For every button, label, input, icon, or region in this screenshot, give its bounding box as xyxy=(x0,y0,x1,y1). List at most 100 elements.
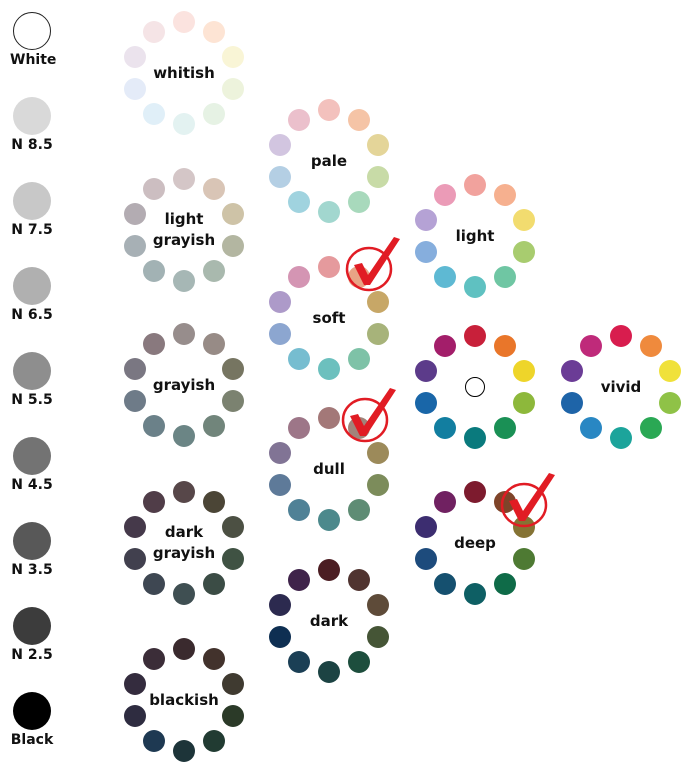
color-dot xyxy=(202,20,225,43)
check-tick xyxy=(354,237,400,285)
check-tick xyxy=(509,473,555,521)
ring-label: soft xyxy=(312,308,346,327)
color-dot xyxy=(173,168,195,190)
neutral-swatch xyxy=(13,352,51,390)
neutral-label: Black xyxy=(10,732,54,748)
color-dot xyxy=(143,415,166,438)
color-dot xyxy=(580,334,603,357)
neutral-black: Black xyxy=(10,692,54,748)
color-dot xyxy=(318,661,340,683)
color-dot xyxy=(202,103,225,126)
ring-blackish: blackish xyxy=(114,630,254,770)
color-dot xyxy=(318,559,340,581)
color-dot xyxy=(288,265,311,288)
color-dot xyxy=(434,417,457,440)
ring-label: blackish xyxy=(149,690,219,709)
color-dot xyxy=(124,704,147,727)
color-dot xyxy=(288,568,311,591)
neutral-label: White xyxy=(10,52,57,68)
color-dot xyxy=(143,177,166,200)
neutral-n45: N 4.5 xyxy=(10,437,54,493)
color-dot xyxy=(221,389,244,412)
color-dot xyxy=(269,165,292,188)
color-dot xyxy=(143,647,166,670)
color-dot xyxy=(269,473,292,496)
ring-vivid: vivid xyxy=(551,317,691,457)
ring-grayish: grayish xyxy=(114,315,254,455)
color-dot xyxy=(493,183,516,206)
neutral-swatch xyxy=(13,97,51,135)
color-dot xyxy=(202,730,225,753)
color-dot xyxy=(366,322,389,345)
color-dot xyxy=(512,391,535,414)
ring-label: dark xyxy=(309,611,349,630)
neutral-swatch xyxy=(13,267,51,305)
check-mark-icon xyxy=(345,237,400,292)
color-dot xyxy=(610,325,632,347)
color-dot xyxy=(143,730,166,753)
color-dot xyxy=(434,573,457,596)
color-dot xyxy=(202,332,225,355)
neutral-n75: N 7.5 xyxy=(10,182,54,238)
color-dot xyxy=(464,583,486,605)
color-dot xyxy=(124,234,147,257)
color-dot xyxy=(173,638,195,660)
color-dot xyxy=(415,547,438,570)
color-dot xyxy=(434,490,457,513)
ring-label: dark grayish xyxy=(152,523,216,562)
color-dot xyxy=(269,322,292,345)
color-dot xyxy=(318,407,340,429)
color-dot xyxy=(639,334,662,357)
color-dot xyxy=(173,481,195,503)
check-mark-icon xyxy=(500,473,555,528)
center-circle-marker xyxy=(465,377,485,397)
color-dot xyxy=(347,651,370,674)
color-dot xyxy=(366,473,389,496)
color-dot xyxy=(415,391,438,414)
color-dot xyxy=(347,108,370,131)
color-dot xyxy=(288,348,311,371)
color-dot xyxy=(658,360,681,383)
neutral-n65: N 6.5 xyxy=(10,267,54,323)
color-dot xyxy=(143,260,166,283)
ring-dark-grayish: dark grayish xyxy=(114,473,254,613)
color-dot xyxy=(561,391,584,414)
color-dot xyxy=(366,442,389,465)
color-dot xyxy=(493,573,516,596)
check-tick xyxy=(350,388,396,436)
color-dot xyxy=(288,416,311,439)
neutral-label: N 3.5 xyxy=(11,562,53,578)
ring-dark: dark xyxy=(259,551,399,691)
color-dot xyxy=(318,509,340,531)
neutral-label: N 4.5 xyxy=(11,477,53,493)
color-dot xyxy=(366,134,389,157)
color-dot xyxy=(464,427,486,449)
color-dot xyxy=(221,234,244,257)
color-dot xyxy=(512,547,535,570)
color-dot xyxy=(347,191,370,214)
ring-pale: pale xyxy=(259,91,399,231)
color-dot xyxy=(124,77,147,100)
neutral-swatch xyxy=(13,12,51,50)
color-dot xyxy=(366,291,389,314)
color-dot xyxy=(143,20,166,43)
color-dot xyxy=(512,240,535,263)
ring-label: light xyxy=(455,226,495,245)
color-dot xyxy=(173,425,195,447)
color-dot xyxy=(658,391,681,414)
color-dot xyxy=(173,583,195,605)
color-dot xyxy=(347,568,370,591)
color-dot xyxy=(493,417,516,440)
color-dot xyxy=(202,177,225,200)
color-dot xyxy=(318,99,340,121)
neutral-swatch xyxy=(13,522,51,560)
neutral-swatch xyxy=(13,182,51,220)
color-dot xyxy=(221,358,244,381)
neutral-n35: N 3.5 xyxy=(10,522,54,578)
color-dot xyxy=(288,108,311,131)
tone-chart: White N 8.5 N 7.5 N 6.5 N 5.5 N 4.5 N 3.… xyxy=(0,0,695,771)
neutral-label: N 6.5 xyxy=(11,307,53,323)
color-dot xyxy=(288,499,311,522)
color-dot xyxy=(221,46,244,69)
color-dot xyxy=(434,266,457,289)
